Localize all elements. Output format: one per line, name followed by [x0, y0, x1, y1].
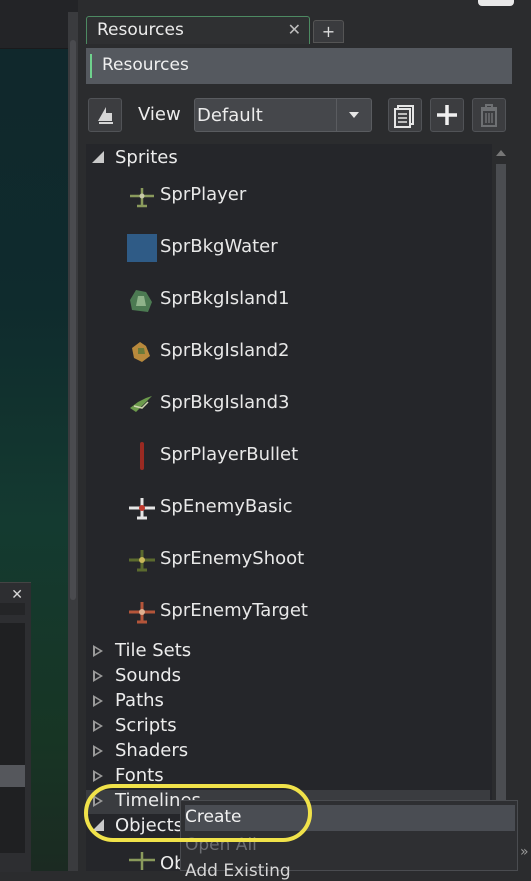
- scroll-thumb[interactable]: [496, 164, 506, 804]
- expand-icon[interactable]: [93, 720, 103, 732]
- island-icon: [130, 396, 152, 412]
- accent-bar: [90, 54, 92, 78]
- delete-resource-button[interactable]: [472, 98, 506, 132]
- sprite-label: SprBkgIsland2: [160, 340, 290, 361]
- workspace-toolbar: [0, 0, 78, 49]
- chevron-down-icon: [349, 112, 359, 118]
- sprite-label: SprPlayer: [160, 184, 247, 205]
- group-fonts[interactable]: Fonts: [115, 765, 164, 786]
- group-scripts[interactable]: Scripts: [115, 715, 177, 736]
- add-tab-button[interactable]: +: [313, 20, 344, 43]
- tree-scrollbar[interactable]: [492, 146, 510, 871]
- panel-title: Resources: [102, 55, 189, 75]
- tab-label: Resources: [97, 20, 184, 40]
- water-tile-icon: [127, 234, 157, 262]
- plane-icon: [129, 498, 155, 520]
- sprite-label: SprBkgIsland1: [160, 288, 290, 309]
- sprite-item[interactable]: SprEnemyTarget: [126, 586, 486, 638]
- add-resource-button[interactable]: [430, 98, 464, 132]
- tab-resources[interactable]: Resources ✕: [86, 16, 310, 44]
- collapse-icon: [98, 107, 113, 124]
- island-icon: [130, 290, 152, 312]
- sprite-label: SprBkgWater: [160, 236, 278, 257]
- view-dropdown[interactable]: Default: [194, 98, 372, 132]
- copy-list-button[interactable]: [388, 98, 422, 132]
- sprite-label: SprBkgIsland3: [160, 392, 290, 413]
- view-value: Default: [197, 105, 263, 126]
- group-sounds[interactable]: Sounds: [115, 665, 181, 686]
- view-label: View: [138, 104, 181, 125]
- chevron-right-icon: »: [520, 844, 529, 860]
- expand-icon[interactable]: [93, 670, 103, 682]
- add-icon: [437, 105, 457, 125]
- plane-icon: [129, 550, 155, 572]
- group-tile-sets[interactable]: Tile Sets: [115, 640, 191, 661]
- expand-icon[interactable]: [93, 770, 103, 782]
- dropdown-button[interactable]: [336, 99, 371, 131]
- menu-item-add-existing[interactable]: Add Existing: [185, 861, 291, 881]
- copy-list-icon: [394, 105, 414, 128]
- sprite-label: SprEnemyTarget: [160, 600, 308, 621]
- expand-icon[interactable]: [93, 745, 103, 757]
- workspace-scroll-thumb[interactable]: [70, 40, 76, 600]
- panel-list: [0, 623, 25, 853]
- window-button[interactable]: [478, 0, 514, 6]
- trash-icon: [481, 104, 497, 127]
- sprite-item[interactable]: SprBkgIsland1: [126, 274, 486, 326]
- plane-icon: [129, 602, 155, 624]
- plane-icon: [130, 188, 154, 208]
- sprite-item[interactable]: SpEnemyBasic: [126, 482, 486, 534]
- sprite-item[interactable]: SprPlayer: [126, 170, 486, 222]
- close-icon[interactable]: ✕: [11, 587, 23, 603]
- panel-header: [0, 603, 25, 615]
- expand-icon[interactable]: [93, 695, 103, 707]
- sprite-item[interactable]: SprBkgIsland3: [126, 378, 486, 430]
- panel-selected-row[interactable]: [0, 765, 25, 787]
- expand-icon[interactable]: [92, 151, 104, 163]
- bullet-icon: [140, 442, 144, 470]
- sprite-item[interactable]: SprPlayerBullet: [126, 430, 486, 482]
- collapse-button[interactable]: [88, 98, 122, 132]
- group-sprites[interactable]: Sprites: [115, 147, 178, 168]
- expand-icon[interactable]: [93, 645, 103, 657]
- sprite-item[interactable]: SprBkgIsland2: [126, 326, 486, 378]
- object-icon: [129, 852, 155, 870]
- sprite-label: SprPlayerBullet: [160, 444, 299, 465]
- sprite-label: SpEnemyBasic: [160, 496, 293, 517]
- layers-panel: ✕: [0, 582, 31, 872]
- island-icon: [132, 342, 150, 362]
- group-shaders[interactable]: Shaders: [115, 740, 188, 761]
- sprite-label: SprEnemyShoot: [160, 548, 305, 569]
- sprite-item[interactable]: SprBkgWater: [126, 222, 486, 274]
- scroll-up-icon[interactable]: [496, 150, 506, 156]
- group-paths[interactable]: Paths: [115, 690, 164, 711]
- sprite-item[interactable]: SprEnemyShoot: [126, 534, 486, 586]
- highlight-annotation: [84, 784, 312, 842]
- panel-header: Resources: [86, 48, 512, 84]
- close-icon[interactable]: ✕: [288, 20, 301, 39]
